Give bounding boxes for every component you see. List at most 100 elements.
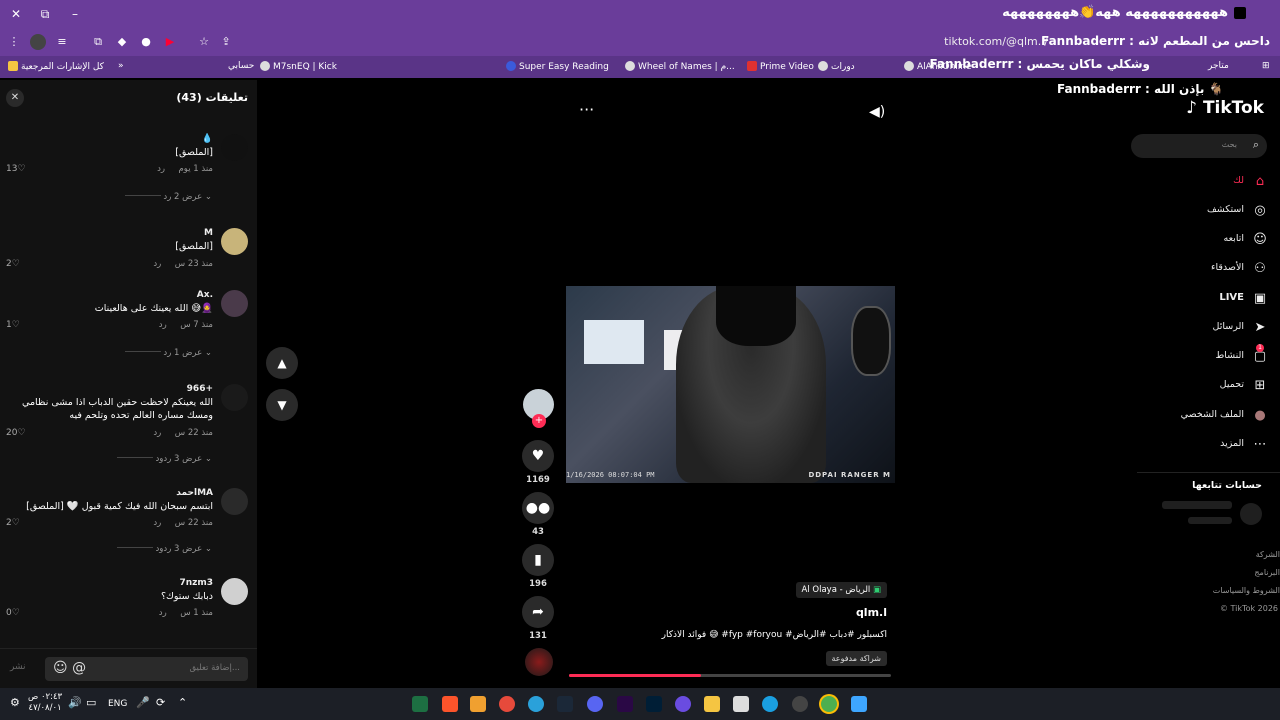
view-replies-button[interactable]: عرض 2 رد ⌄ bbox=[117, 192, 212, 202]
like-comment-button[interactable]: 2♡ bbox=[6, 518, 20, 528]
restore-window-button[interactable]: ⧉ bbox=[35, 4, 55, 24]
like-comment-button[interactable]: 13♡ bbox=[6, 164, 26, 174]
bookmark-wheel[interactable]: Wheel of Names | م... bbox=[625, 61, 735, 72]
tab-title[interactable]: هههههههههههه ههه👏ههههههههه bbox=[1002, 5, 1228, 20]
minimize-window-button[interactable]: – bbox=[65, 4, 85, 24]
circle-app-icon[interactable] bbox=[792, 696, 808, 712]
windows-start-icon[interactable] bbox=[851, 696, 867, 712]
app-a-icon[interactable] bbox=[470, 696, 486, 712]
brave-icon[interactable] bbox=[442, 696, 458, 712]
avatar[interactable] bbox=[221, 134, 248, 161]
steam-icon[interactable] bbox=[557, 696, 573, 712]
avatar[interactable] bbox=[221, 384, 248, 411]
search-icon[interactable]: ⌕ bbox=[1253, 138, 1259, 152]
nav-activity[interactable]: النشاط ▢ 1 bbox=[1215, 344, 1268, 364]
nav-live[interactable]: LIVE ▣ bbox=[1219, 291, 1268, 306]
more-options-icon[interactable]: ··· bbox=[579, 100, 594, 119]
battery-icon[interactable]: ▭ bbox=[86, 696, 102, 712]
volume-icon[interactable]: 🔊 bbox=[68, 696, 84, 712]
wallet-icon[interactable]: ◆ bbox=[114, 34, 130, 50]
comment-author[interactable]: Ax. bbox=[197, 290, 213, 300]
comment-input[interactable]: إضافة تعليق... ☺ @ bbox=[45, 657, 248, 681]
nav-friends[interactable]: الأصدقاء ⚇ bbox=[1211, 261, 1268, 276]
taskbar-clock[interactable]: ٠٢:٤٣ ص ٤٧/٠٨/٠١ bbox=[28, 692, 62, 714]
folder-icon[interactable] bbox=[704, 696, 720, 712]
volume-icon[interactable]: ◀) bbox=[869, 104, 885, 120]
mention-icon[interactable]: @ bbox=[72, 660, 86, 676]
close-comments-button[interactable]: ✕ bbox=[6, 89, 24, 107]
bookmark-stores[interactable]: متاجر bbox=[1208, 61, 1229, 71]
reply-button[interactable]: رد bbox=[159, 320, 167, 330]
comment-author[interactable]: 💧 bbox=[202, 134, 213, 144]
footer-program-link[interactable]: البرنامج bbox=[1254, 568, 1280, 577]
bookmark-star-icon[interactable]: ☆ bbox=[196, 34, 212, 50]
bookmarks-more[interactable]: » bbox=[118, 61, 124, 71]
video-player[interactable]: 1/16/2026 08:07:04 PM DDPAI RANGER M bbox=[566, 286, 895, 483]
premiere-icon[interactable] bbox=[617, 696, 633, 712]
avatar[interactable] bbox=[221, 578, 248, 605]
chrome-icon[interactable] bbox=[821, 696, 837, 712]
settings-icon[interactable]: ⚙ bbox=[10, 696, 26, 712]
tiktok-logo[interactable]: ♪ TikTok bbox=[1186, 98, 1264, 118]
view-replies-button[interactable]: عرض 3 ردود ⌄ bbox=[109, 454, 212, 464]
media-icon[interactable]: ≡ bbox=[54, 34, 70, 50]
like-comment-button[interactable]: 20♡ bbox=[6, 428, 26, 438]
profile-icon[interactable]: ● bbox=[138, 34, 154, 50]
reply-button[interactable]: رد bbox=[157, 164, 165, 174]
git-icon[interactable] bbox=[499, 696, 515, 712]
youtube-icon[interactable]: ▶ bbox=[162, 34, 178, 50]
save-action[interactable]: ▮ 196 bbox=[522, 544, 554, 589]
close-window-button[interactable]: ✕ bbox=[6, 4, 26, 24]
comment-author[interactable]: 7nzm3 bbox=[179, 578, 213, 588]
comment-author[interactable]: 966+ bbox=[187, 384, 213, 394]
bookmark-all[interactable]: كل الإشارات المرجعية bbox=[8, 61, 104, 72]
emoji-icon[interactable]: ☺ bbox=[53, 660, 68, 676]
extensions-icon[interactable]: ⧉ bbox=[90, 34, 106, 50]
extension-icon[interactable] bbox=[30, 34, 46, 50]
photoshop-icon[interactable] bbox=[646, 696, 662, 712]
share-icon[interactable]: ➦ bbox=[522, 596, 554, 628]
previous-video-button[interactable]: ▲ bbox=[266, 347, 298, 379]
bookmark-courses[interactable]: دورات bbox=[818, 61, 855, 72]
language-indicator[interactable]: ENG bbox=[108, 699, 127, 720]
reply-button[interactable]: رد bbox=[153, 259, 161, 269]
bookmark-icon[interactable]: ▮ bbox=[522, 544, 554, 576]
bookmark-reading[interactable]: Super Easy Reading bbox=[506, 61, 609, 72]
nav-profile[interactable]: الملف الشخصي ● bbox=[1181, 408, 1268, 423]
nav-more[interactable]: المزيد ⋯ bbox=[1220, 437, 1268, 452]
bookmark-prime[interactable]: Prime Video bbox=[747, 61, 814, 72]
like-comment-button[interactable]: 1♡ bbox=[6, 320, 20, 330]
creator-username[interactable]: qlm.l bbox=[856, 606, 887, 619]
avatar[interactable] bbox=[221, 488, 248, 515]
heart-icon[interactable]: ♥ bbox=[522, 440, 554, 472]
location-badge[interactable]: Al Olaya - الرياض ▣ bbox=[795, 582, 887, 598]
share-action[interactable]: ➦ 131 bbox=[522, 596, 554, 641]
avatar[interactable] bbox=[221, 228, 248, 255]
nav-explore[interactable]: استكشف ◎ bbox=[1207, 203, 1268, 218]
reply-button[interactable]: رد bbox=[153, 518, 161, 528]
avatar[interactable] bbox=[221, 290, 248, 317]
comment-icon[interactable]: ●● bbox=[522, 492, 554, 524]
video-progress-bar[interactable] bbox=[569, 674, 891, 677]
comment-author[interactable]: احمدMA bbox=[176, 488, 213, 498]
tray-expand-icon[interactable]: ⌃ bbox=[178, 696, 194, 712]
next-video-button[interactable]: ▼ bbox=[266, 389, 298, 421]
bookmark-kick[interactable]: M7snEQ | Kick bbox=[260, 61, 337, 72]
search-input[interactable]: بحث ⌕ bbox=[1131, 134, 1267, 158]
like-comment-button[interactable]: 0♡ bbox=[6, 608, 20, 618]
footer-company-link[interactable]: الشركة bbox=[1256, 550, 1280, 559]
excel-icon[interactable] bbox=[412, 696, 428, 712]
edge-icon[interactable] bbox=[762, 696, 778, 712]
menu-icon[interactable]: ⋮ bbox=[6, 34, 22, 50]
footer-terms-link[interactable]: الشروط والسياسات bbox=[1213, 586, 1280, 595]
like-comment-button[interactable]: 2♡ bbox=[6, 259, 20, 269]
store-icon[interactable] bbox=[733, 696, 749, 712]
discord-icon[interactable] bbox=[587, 696, 603, 712]
sync-icon[interactable]: ⟳ bbox=[156, 696, 172, 712]
post-comment-button[interactable]: نشر bbox=[10, 662, 26, 672]
share-icon[interactable]: ⇪ bbox=[218, 34, 234, 50]
reply-button[interactable]: رد bbox=[159, 608, 167, 618]
bookmark-account[interactable]: حسابي bbox=[228, 61, 254, 71]
nav-following[interactable]: اتابعه ☺ bbox=[1224, 232, 1269, 247]
telegram-icon[interactable] bbox=[528, 696, 544, 712]
